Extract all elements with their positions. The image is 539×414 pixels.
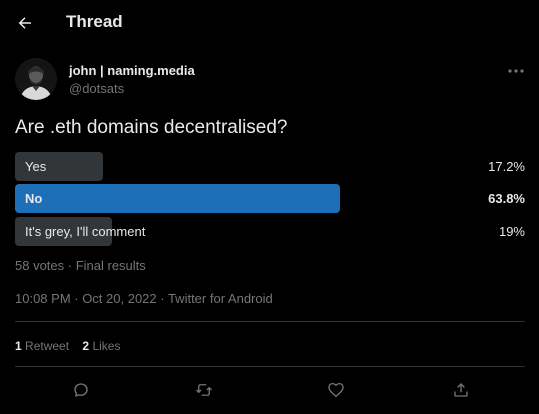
retweets-link[interactable]: 1 Retweet (15, 339, 69, 353)
back-button[interactable] (10, 8, 40, 38)
poll-option-label: No (25, 191, 43, 206)
avatar[interactable] (15, 58, 57, 100)
poll-option: Yes 17.2% (15, 152, 525, 181)
poll-bar (15, 184, 340, 213)
reply-button[interactable] (69, 378, 93, 402)
page-title: Thread (66, 12, 123, 31)
tweet-timestamp[interactable]: 10:08 PM · Oct 20, 2022 · Twitter for An… (15, 291, 273, 306)
divider (15, 321, 525, 322)
tweet-stats: 1 Retweet 2 Likes (15, 339, 120, 353)
arrow-left-icon (16, 14, 34, 32)
poll-option-label: Yes (25, 159, 47, 174)
retweet-button[interactable] (192, 378, 216, 402)
poll-option-percent: 17.2% (488, 159, 525, 174)
retweet-icon (194, 381, 214, 399)
retweets-count: 1 (15, 339, 22, 353)
poll-option: It's grey, I'll comment 19% (15, 217, 525, 246)
divider (15, 366, 525, 367)
more-button[interactable] (503, 62, 529, 80)
like-icon (327, 381, 345, 399)
poll-option-label: It's grey, I'll comment (25, 224, 146, 239)
likes-label: Likes (92, 339, 121, 353)
author-name[interactable]: john | naming.media (69, 63, 195, 78)
likes-count: 2 (82, 339, 90, 353)
tweet-text: Are .eth domains decentralised? (15, 117, 288, 138)
poll-option-percent: 63.8% (488, 191, 525, 206)
like-button[interactable] (324, 378, 348, 402)
more-horizontal-icon (508, 69, 524, 73)
retweets-label: Retweet (25, 339, 70, 353)
share-button[interactable] (449, 378, 473, 402)
poll-option: No 63.8% (15, 184, 525, 213)
poll-meta: 58 votes · Final results (15, 258, 146, 273)
likes-link[interactable]: 2 Likes (82, 339, 120, 353)
share-icon (452, 381, 470, 399)
author-handle[interactable]: @dotsats (69, 81, 124, 96)
thread-header: Thread (0, 0, 539, 48)
poll-option-percent: 19% (498, 224, 525, 239)
reply-icon (72, 381, 90, 399)
